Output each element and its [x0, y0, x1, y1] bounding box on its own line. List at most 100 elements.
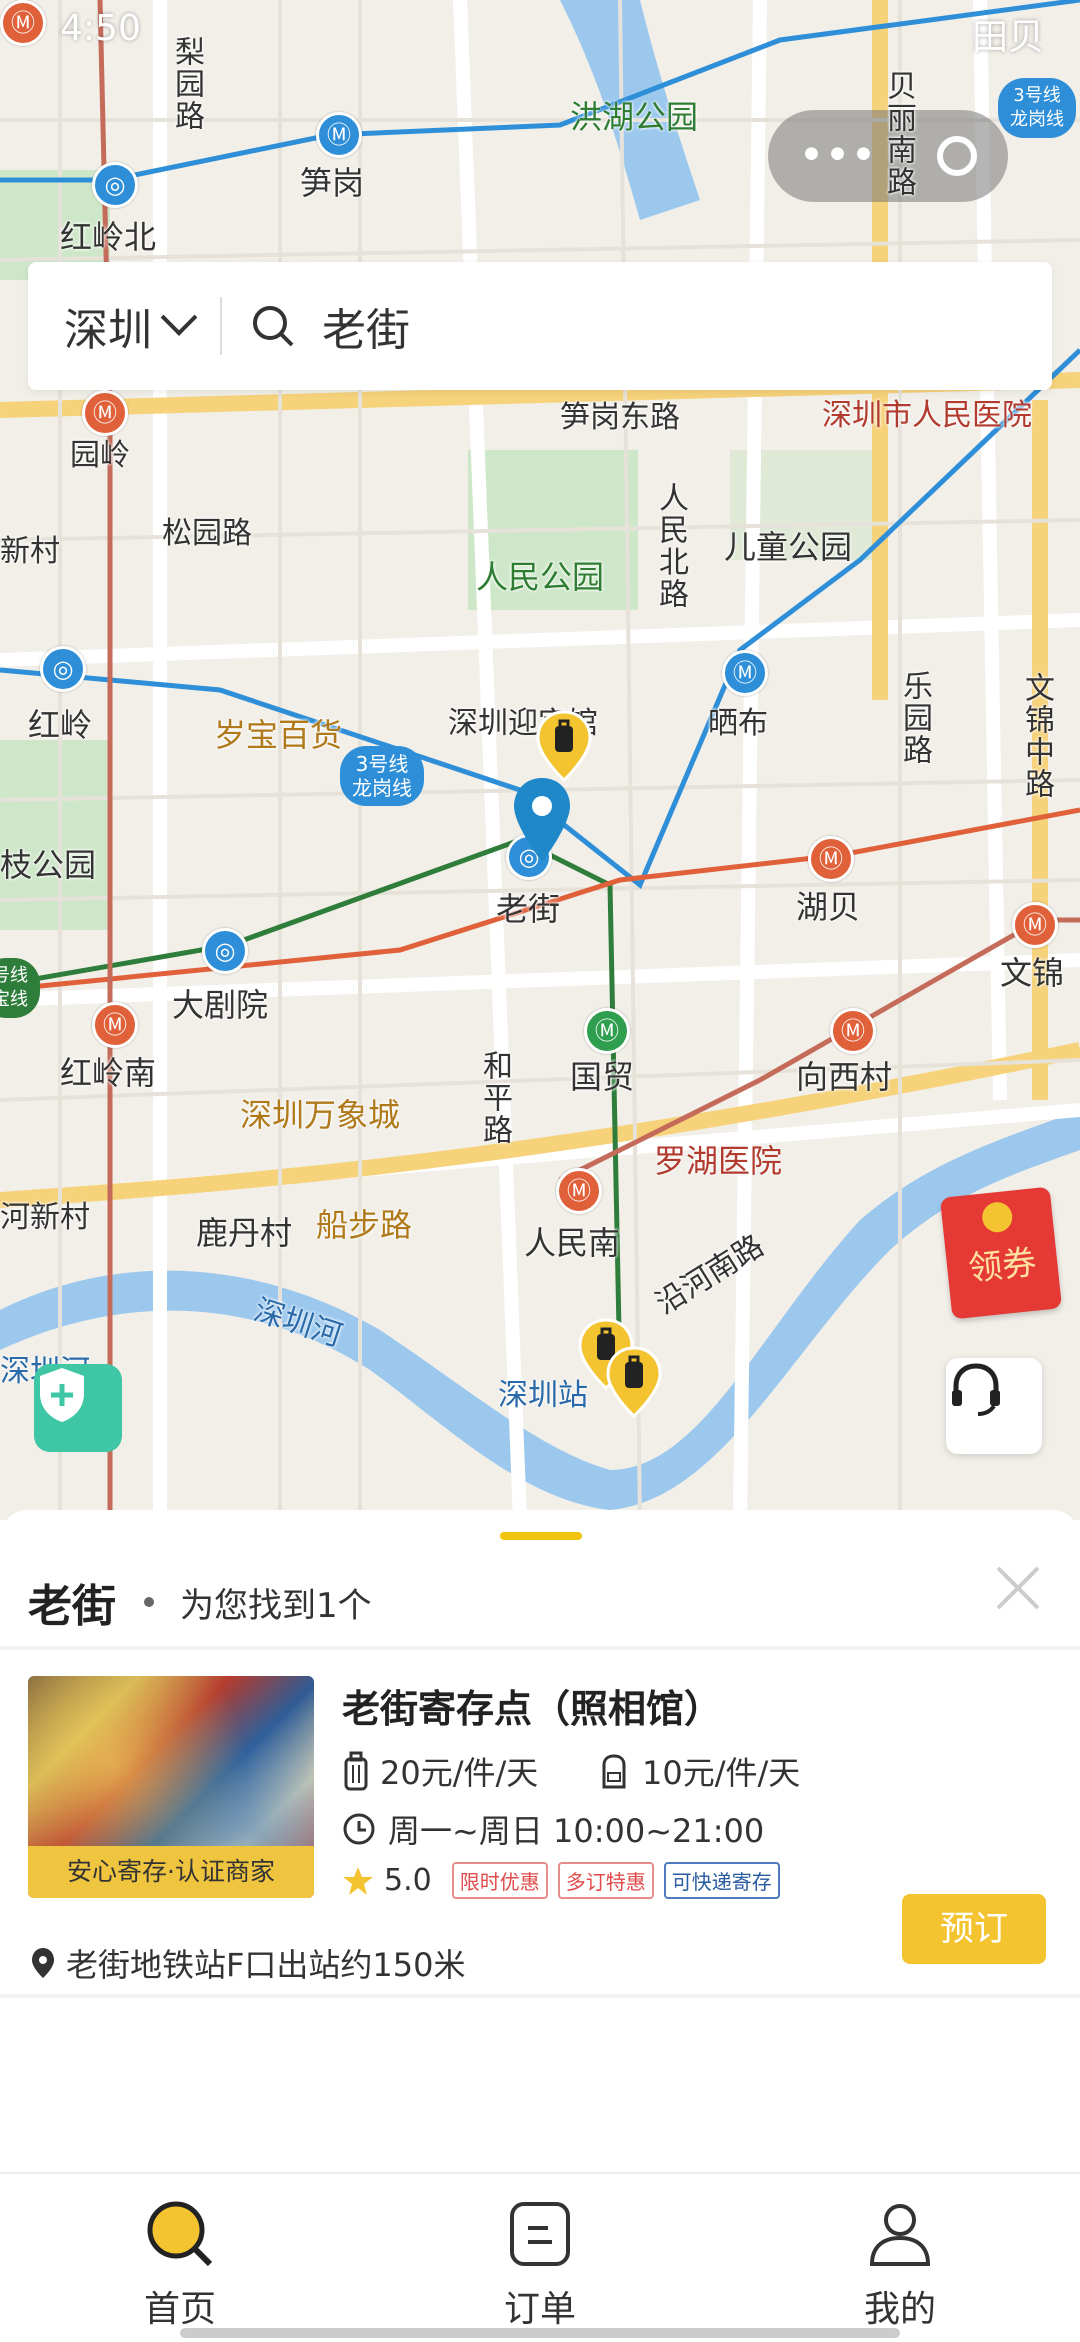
metro-station-icon[interactable]: Ⓜ [82, 390, 128, 436]
city-label: 深圳 [64, 305, 152, 356]
home-indicator[interactable] [180, 2328, 900, 2338]
metro-line-badge: 3号线 龙岗线 [998, 78, 1076, 138]
price-large-item: 20元/件/天 [342, 1748, 538, 1794]
metro-station-icon[interactable]: Ⓜ [808, 836, 854, 882]
map-label: 大剧院 [172, 986, 269, 1024]
map-view[interactable]: 4:50 田贝 ••• 梨园路 笋岗 洪湖公园 贝丽南路 红岭北 笋岗东路 深圳… [0, 0, 1080, 1520]
star-icon [343, 1866, 373, 1895]
metro-line-badge: 3号线 龙岗线 [340, 746, 424, 806]
map-label: 国贸 [570, 1058, 635, 1096]
home-search-icon [147, 2201, 213, 2267]
map-label: 深圳万象城 [240, 1096, 401, 1134]
drag-handle[interactable] [500, 1532, 582, 1540]
coin-icon [980, 1200, 1014, 1234]
metro-station-icon[interactable]: ◎ [92, 162, 138, 208]
map-label: 和平路 [477, 1050, 512, 1146]
metro-station-icon[interactable]: Ⓜ [556, 1168, 602, 1214]
chevron-down-icon [160, 299, 198, 336]
map-label: 深圳市人民医院 [822, 398, 1032, 433]
map-label: 湖贝 [796, 888, 861, 926]
dot-separator [144, 1597, 154, 1607]
location-pin-icon [514, 778, 570, 862]
map-label: 人民南 [524, 1224, 621, 1262]
metro-station-icon[interactable]: Ⓜ [1012, 902, 1058, 948]
tag-limited-offer: 限时优惠 [451, 1862, 548, 1899]
map-label: 红岭南 [60, 1054, 157, 1092]
tab-label: 我的 [863, 2289, 936, 2330]
search-input[interactable]: 老街 [322, 294, 410, 358]
metro-station-icon[interactable]: ◎ [202, 928, 248, 974]
locker-pin-icon[interactable] [606, 1346, 662, 1418]
metro-station-icon[interactable]: Ⓜ [830, 1008, 876, 1054]
map-label: 船步路 [316, 1206, 413, 1244]
certified-badge: 安心寄存·认证商家 [28, 1846, 314, 1898]
map-label: 晒布 [708, 706, 768, 741]
tag-multi-order: 多订特惠 [557, 1862, 654, 1899]
coupon-button[interactable]: 领券 [939, 1186, 1063, 1320]
metro-station-icon[interactable]: Ⓜ [92, 1002, 138, 1048]
status-right: 田贝 [971, 17, 1044, 58]
tab-orders[interactable]: 订单 [450, 2198, 630, 2332]
headset-icon [952, 1363, 1000, 1416]
metro-station-icon[interactable]: Ⓜ [584, 1008, 630, 1054]
map-label: 松园路 [162, 516, 252, 551]
map-label: 贝丽南路 [881, 70, 916, 198]
shield-icon [40, 1368, 84, 1422]
target-icon[interactable] [937, 136, 978, 176]
clock-icon [343, 1813, 375, 1845]
book-button[interactable]: 预订 [902, 1894, 1046, 1964]
locker-pin-icon[interactable] [536, 710, 592, 782]
price-small-item: 10元/件/天 [596, 1748, 800, 1794]
tab-home[interactable]: 首页 [90, 2198, 270, 2332]
map-label: 笋岗 [300, 164, 365, 202]
map-label: 人民公园 [476, 558, 605, 596]
map-label: 河新村 [0, 1200, 90, 1235]
store-address: 老街地铁站F口出站约150米 [30, 1940, 466, 1986]
bottom-tab-bar: 首页 订单 我的 [0, 2172, 1080, 2342]
map-label: 人民北路 [653, 482, 688, 610]
store-name[interactable]: 老街寄存点（照相馆） [342, 1678, 722, 1733]
map-label: 向西村 [796, 1058, 893, 1096]
metro-station-icon[interactable]: Ⓜ [316, 112, 362, 158]
map-label: 罗湖医院 [654, 1142, 783, 1180]
map-label: 洪湖公园 [570, 98, 699, 136]
price-large: 20元/件/天 [380, 1754, 539, 1792]
tab-label: 首页 [143, 2289, 216, 2330]
store-photo[interactable]: 安心寄存·认证商家 [28, 1676, 314, 1898]
results-panel: 老街 为您找到1个 安心寄存·认证商家 老街寄存点（照相馆） 20元/件/天 1… [0, 1510, 1080, 2170]
status-time: 4:50 [60, 8, 141, 49]
city-selector[interactable]: 深圳 [28, 294, 198, 358]
map-label: 枝公园 [0, 846, 97, 884]
results-keyword: 老街 [28, 1581, 116, 1632]
backpack-icon [602, 1754, 626, 1789]
tag-express-storage: 可快递寄存 [663, 1862, 780, 1899]
opening-hours: 周一~周日 10:00~21:00 [342, 1806, 764, 1852]
metro-station-icon[interactable]: ◎ [40, 646, 86, 692]
coupon-label: 领券 [966, 1242, 1039, 1290]
safety-shield-button[interactable] [34, 1364, 122, 1452]
map-marker-icon [32, 1948, 54, 1978]
map-label: 岁宝百货 [214, 716, 343, 754]
map-label: 梨园路 [169, 36, 204, 132]
rating-value: 5.0 [384, 1863, 432, 1898]
hours-text: 周一~周日 10:00~21:00 [388, 1812, 765, 1850]
metro-station-icon[interactable]: Ⓜ [0, 0, 46, 46]
search-bar[interactable]: 深圳 老街 [28, 262, 1052, 390]
map-label: 文锦 [1000, 954, 1065, 992]
rating-row: 5.0 限时优惠 多订特惠 可快递寄存 [342, 1862, 790, 1899]
search-icon [253, 306, 294, 347]
results-header: 老街 为您找到1个 [28, 1570, 372, 1634]
map-label: 儿童公园 [724, 528, 853, 566]
tab-profile[interactable]: 我的 [810, 2198, 990, 2332]
map-label: 深圳站 [498, 1378, 588, 1413]
customer-service-button[interactable] [946, 1358, 1042, 1454]
map-label: 红岭 [28, 706, 93, 744]
metro-station-icon[interactable]: Ⓜ [722, 650, 768, 696]
order-icon [510, 2202, 570, 2266]
address-text: 老街地铁站F口出站约150米 [66, 1946, 466, 1984]
map-label: 笋岗东路 [560, 400, 680, 435]
close-icon[interactable] [990, 1560, 1046, 1616]
map-label: 鹿丹村 [196, 1214, 293, 1252]
map-label: 老街 [496, 890, 561, 928]
divider [0, 1646, 1080, 1650]
